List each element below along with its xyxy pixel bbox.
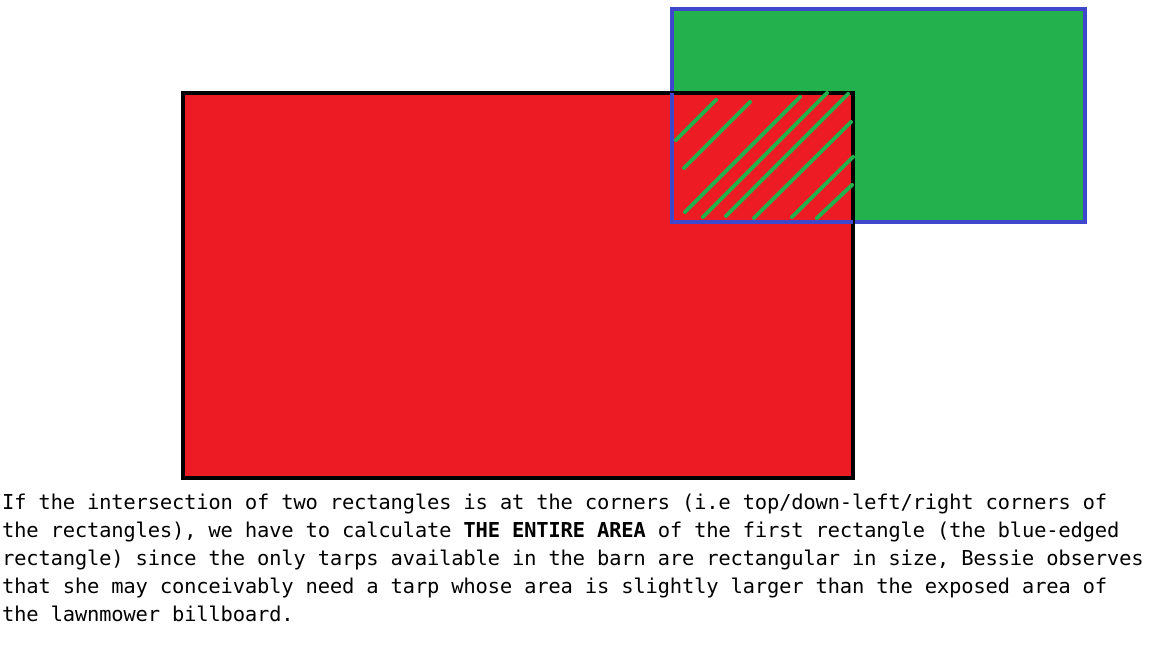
red-rectangle bbox=[181, 91, 855, 480]
explanation-caption: If the intersection of two rectangles is… bbox=[2, 488, 1150, 628]
caption-emphasis: THE ENTIRE AREA bbox=[463, 518, 646, 542]
